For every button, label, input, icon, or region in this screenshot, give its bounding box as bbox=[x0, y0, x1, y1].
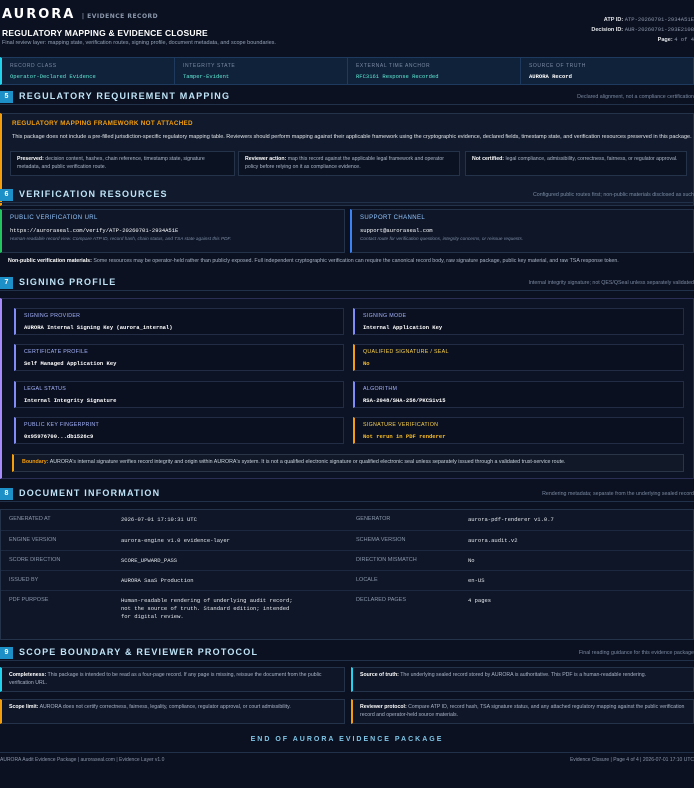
warning-body: This package does not include a pre-fill… bbox=[12, 134, 692, 141]
source-of-truth-cell: SOURCE OF TRUTH AURORA Record bbox=[529, 63, 586, 80]
decision-id: AUR-20260701-293E2108 bbox=[624, 26, 694, 33]
section-header-scope-boundary: 9 SCOPE BOUNDARY & REVIEWER PROTOCOL Fin… bbox=[0, 646, 694, 661]
certificate-profile-field: CERTIFICATE PROFILE Self Managed Applicat… bbox=[14, 344, 344, 371]
section-note: Declared alignment, not a compliance cer… bbox=[577, 94, 694, 100]
section-header-signing-profile: 7 SIGNING PROFILE Internal integrity sig… bbox=[0, 276, 694, 291]
table-row: ISSUED BY AURORA SaaS Production LOCALE en… bbox=[1, 570, 694, 590]
table-row: PDF PURPOSE Human-readable rendering of u… bbox=[1, 590, 694, 640]
reviewer-action-box: Reviewer action: map this record against… bbox=[238, 151, 460, 176]
section-header-verification-resources: 6 VERIFICATION RESOURCES Configured publ… bbox=[0, 188, 694, 203]
section-title: REGULATORY REQUIREMENT MAPPING bbox=[19, 91, 231, 101]
support-channel-card: SUPPORT CHANNEL support@auroraseal.com C… bbox=[350, 209, 694, 253]
footer-left: AURORA Audit Evidence Package | aurorase… bbox=[0, 757, 165, 763]
support-email[interactable]: support@auroraseal.com bbox=[360, 227, 685, 234]
footer-right: Evidence Closure | Page 4 of 4 | 2026-07… bbox=[569, 757, 694, 763]
non-public-materials-note: Non-public verification materials: Some … bbox=[8, 258, 619, 264]
reviewer-protocol-box: Reviewer protocol: Compare ATP ID, recor… bbox=[351, 699, 694, 724]
section-header-regulatory-mapping: 5 REGULATORY REQUIREMENT MAPPING Declare… bbox=[0, 90, 694, 105]
section-header-document-information: 8 DOCUMENT INFORMATION Rendering metadat… bbox=[0, 487, 694, 502]
completeness-box: Completeness: This package is intended t… bbox=[0, 667, 345, 692]
signing-boundary-note: Boundary: AURORA's internal signature ve… bbox=[12, 454, 684, 472]
qualified-signature-field: QUALIFIED SIGNATURE / SEAL No bbox=[353, 344, 684, 371]
warning-title: REGULATORY MAPPING FRAMEWORK NOT ATTACHE… bbox=[12, 120, 193, 127]
signing-provider-field: SIGNING PROVIDER AURORA Internal Signing … bbox=[14, 308, 344, 335]
document-info-table: GENERATED AT 2026-07-01 17:10:31 UTC GENE… bbox=[0, 509, 694, 640]
time-anchor-cell: EXTERNAL TIME ANCHOR RFC3161 Response Rec… bbox=[348, 58, 521, 84]
record-identifiers: ATP ID: ATP-20260701-2934A51E Decision I… bbox=[591, 16, 694, 43]
atp-id: ATP-20260701-2934A51E bbox=[624, 16, 694, 23]
legal-status-field: LEGAL STATUS Internal Integrity Signature bbox=[14, 381, 344, 408]
page-subtitle: Final review layer: mapping state, verif… bbox=[2, 39, 276, 46]
table-row: ENGINE VERSION aurora-engine v1.0 evidenc… bbox=[1, 530, 694, 550]
scope-limit-box: Scope limit: AURORA does not certify cor… bbox=[0, 699, 345, 724]
signing-mode-field: SIGNING MODE Internal Application Key bbox=[353, 308, 684, 335]
public-verification-url[interactable]: https://auroraseal.com/verify/ATP-202607… bbox=[10, 227, 336, 234]
table-row: GENERATED AT 2026-07-01 17:10:31 UTC GENE… bbox=[9, 516, 554, 523]
record-class-cell: RECORD CLASS Operator-Declared Evidence bbox=[2, 58, 175, 84]
document-header: AURORA | EVIDENCE RECORD REGULATORY MAPP… bbox=[0, 0, 694, 50]
page-title: REGULATORY MAPPING & EVIDENCE CLOSURE bbox=[2, 27, 208, 38]
end-of-package-banner: END OF AURORA EVIDENCE PACKAGE bbox=[250, 736, 444, 743]
public-verification-card: PUBLIC VERIFICATION URL https://aurorase… bbox=[0, 209, 345, 253]
table-row: SCORE DIRECTION SCORE_UPWARD_PASS DIRECTI… bbox=[1, 550, 694, 570]
page-number: 4 of 4 bbox=[674, 36, 694, 43]
not-certified-box: Not certified: legal compliance, admissi… bbox=[465, 151, 687, 176]
integrity-state-cell: INTEGRITY STATE Tamper-Evident bbox=[175, 58, 348, 84]
source-of-truth-box: Source of truth: The underlying sealed r… bbox=[351, 667, 694, 692]
signature-verification-field: SIGNATURE VERIFICATION Not rerun in PDF r… bbox=[353, 417, 684, 444]
record-status-band: RECORD CLASS Operator-Declared Evidence I… bbox=[0, 57, 694, 85]
page-footer: AURORA Audit Evidence Package | aurorase… bbox=[0, 752, 694, 766]
public-key-fingerprint-field: PUBLIC KEY FINGERPRINT 0x95976700...db152… bbox=[14, 417, 344, 444]
section-number: 5 bbox=[0, 91, 13, 103]
brand-logo: AURORA | EVIDENCE RECORD bbox=[2, 7, 159, 22]
preserved-box: Preserved: decision content, hashes, cha… bbox=[10, 151, 235, 176]
algorithm-field: ALGORITHM RSA-2048/SHA-256/PKCS1v15 bbox=[353, 381, 684, 408]
